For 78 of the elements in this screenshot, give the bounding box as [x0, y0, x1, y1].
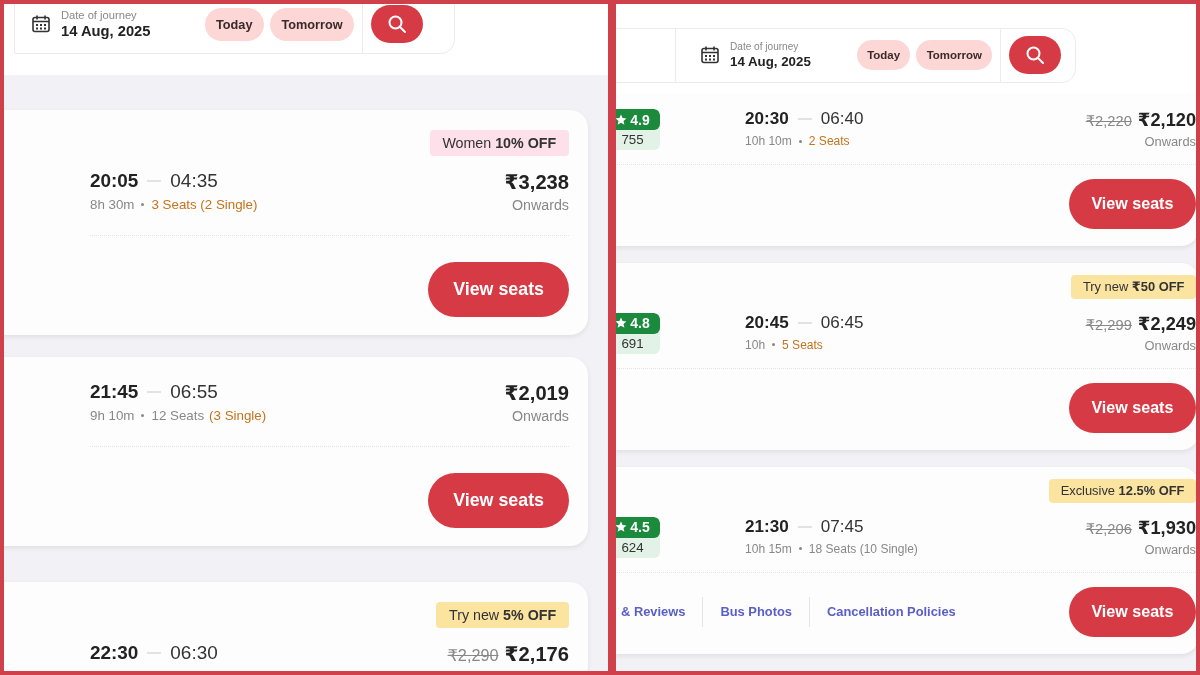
quick-date-chip[interactable]: Today — [204, 7, 264, 41]
quick-date-chip[interactable]: Tomorrow — [916, 40, 993, 71]
view-seats-button[interactable]: View seats — [428, 473, 569, 529]
arrival-time: 06:40 — [820, 109, 864, 129]
search-button[interactable] — [371, 5, 423, 44]
quick-date-chip[interactable]: Today — [856, 40, 911, 71]
fare-price: ₹3,238 — [504, 169, 569, 194]
seat-availability: 3 Seats (2 Single) — [151, 196, 258, 212]
view-seats-button[interactable]: View seats — [1068, 179, 1196, 229]
original-price: ₹2,206 — [1085, 519, 1132, 537]
departure-time: 21:45 — [90, 381, 139, 404]
info-link[interactable]: & Reviews — [619, 596, 703, 627]
duration: 10h — [745, 337, 766, 352]
original-price: ₹2,290 — [447, 646, 499, 666]
date-label: Date of journey — [61, 9, 138, 22]
calendar-icon — [31, 14, 51, 35]
info-link[interactable]: Cancellation Policies — [808, 596, 973, 627]
departure-time: 20:30 — [745, 109, 789, 129]
arrival-time: 06:45 — [820, 312, 864, 333]
search-icon — [1025, 45, 1046, 66]
price-note: Onwards — [1143, 134, 1196, 149]
info-link[interactable]: Bus Photos — [702, 596, 809, 627]
arrival-time: 04:35 — [170, 169, 218, 192]
separator-dot — [772, 343, 776, 347]
rating-score: 4.9 — [630, 111, 650, 128]
price-note: Onwards — [510, 196, 569, 213]
seat-availability: (3 Single) — [209, 408, 267, 424]
original-price: ₹2,220 — [1085, 112, 1132, 129]
seat-availability: 5 Seats — [782, 337, 823, 352]
separator-dot — [141, 202, 145, 206]
rating-score: 4.5 — [630, 519, 650, 536]
seat-availability: 2 Seats — [808, 134, 850, 148]
separator-dot — [141, 414, 145, 418]
fare-price: ₹2,176 — [504, 642, 569, 667]
star-icon — [616, 113, 628, 126]
fare-price: ₹2,249 — [1137, 312, 1196, 335]
calendar-icon — [700, 45, 720, 66]
separator-dot — [798, 547, 802, 551]
departure-time: 20:45 — [745, 312, 789, 333]
rating-score: 4.8 — [630, 315, 650, 332]
date-label: Date of journey — [730, 41, 800, 53]
seat-availability: 18 Seats (10 Single) — [808, 541, 918, 556]
rating-count: 691 — [620, 334, 645, 353]
price-note: Onwards — [1143, 541, 1196, 557]
star-icon — [616, 521, 628, 534]
arrival-time: 07:45 — [820, 516, 864, 537]
view-seats-button[interactable]: View seats — [1068, 382, 1196, 433]
duration: 10h 10m — [745, 134, 792, 148]
view-seats-button[interactable]: View seats — [428, 261, 569, 318]
offer-tag: Try new ₹50 OFF — [1071, 274, 1196, 299]
price-note: Onwards — [1143, 337, 1196, 353]
offer-tag: Women 10% OFF — [429, 130, 569, 156]
search-button[interactable] — [1009, 36, 1062, 75]
quick-date-chip[interactable]: Tomorrow — [269, 7, 354, 41]
rating-count: 624 — [620, 538, 645, 557]
duration: 8h 30m — [90, 196, 135, 212]
price-note: Onwards — [510, 408, 569, 425]
star-icon — [616, 317, 628, 330]
view-seats-button[interactable]: View seats — [1068, 586, 1196, 637]
fare-price: ₹2,019 — [504, 381, 569, 406]
offer-tag: Exclusive 12.5% OFF — [1049, 478, 1196, 503]
rating-count: 755 — [620, 131, 645, 149]
duration: 9h 10m — [90, 408, 135, 424]
journey-date[interactable]: 14 Aug, 2025 — [61, 23, 151, 40]
departure-time: 22:30 — [90, 642, 139, 665]
original-price: ₹2,299 — [1085, 315, 1132, 333]
fare-price: ₹1,930 — [1137, 516, 1196, 539]
departure-time: 21:30 — [745, 516, 789, 537]
arrival-time: 06:30 — [170, 642, 218, 665]
departure-time: 20:05 — [90, 169, 139, 192]
duration: 10h 15m — [745, 541, 792, 556]
arrival-time: 06:55 — [170, 381, 218, 404]
separator-dot — [798, 139, 802, 143]
journey-date[interactable]: 14 Aug, 2025 — [730, 54, 811, 70]
offer-tag: Try new 5% OFF — [436, 602, 569, 629]
seat-availability: 12 Seats — [151, 408, 205, 424]
fare-price: ₹2,120 — [1137, 109, 1196, 131]
search-icon — [387, 14, 407, 35]
